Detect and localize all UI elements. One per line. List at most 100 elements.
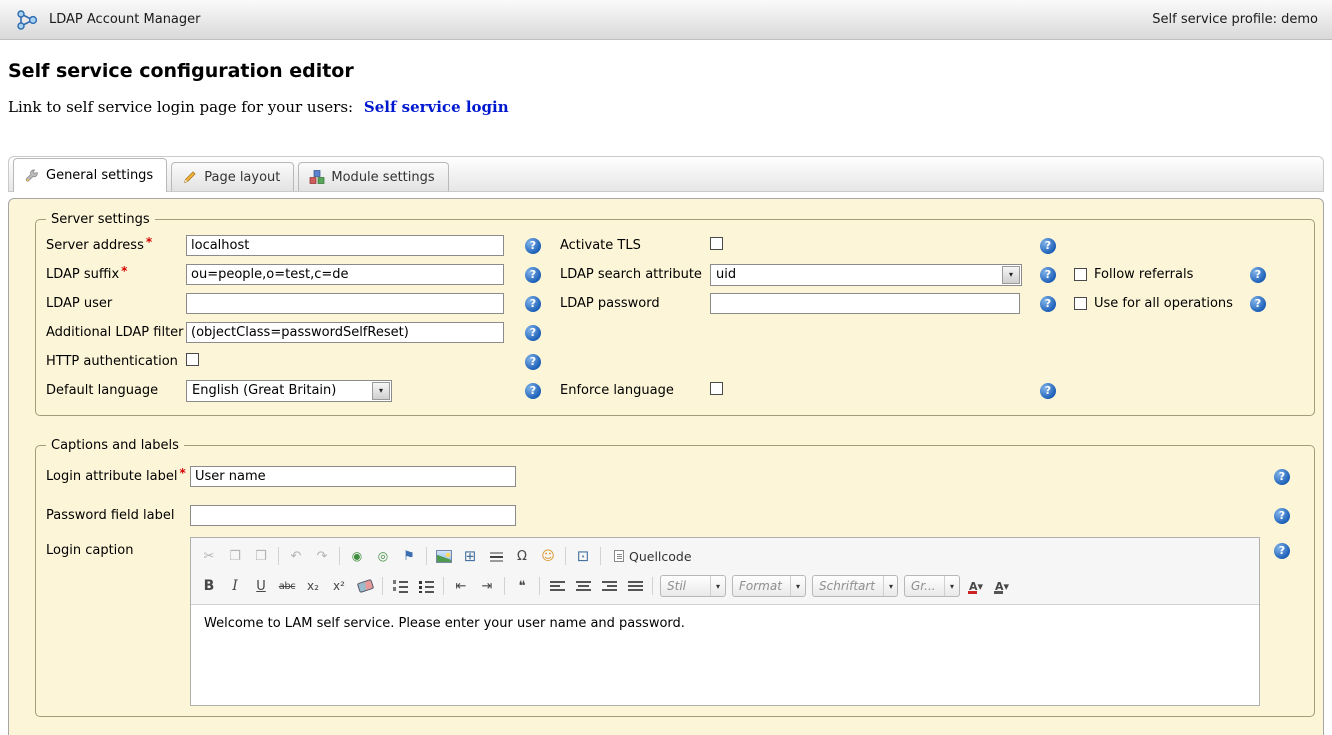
use-for-all-operations-checkbox[interactable] (1074, 297, 1087, 310)
italic-icon[interactable]: I (223, 574, 247, 598)
paste-icon[interactable]: ❒ (249, 544, 273, 568)
align-right-icon[interactable] (597, 574, 621, 598)
tab-bar: General settings Page layout Module sett… (8, 156, 1324, 192)
login-link-prefix: Link to self service login page for your… (8, 98, 353, 116)
text-color-icon[interactable]: A▾ (964, 574, 988, 598)
redo-icon[interactable]: ↷ (310, 544, 334, 568)
ldap-suffix-help-icon[interactable]: ? (525, 267, 541, 283)
activate-tls-label: Activate TLS (560, 238, 710, 253)
additional-ldap-filter-input[interactable] (186, 322, 504, 343)
horizontal-rule-icon[interactable] (484, 544, 508, 568)
ldap-search-attribute-select[interactable]: uid ▾ (710, 264, 1022, 286)
subscript-icon[interactable]: x₂ (301, 574, 325, 598)
tab-module-settings[interactable]: Module settings (298, 162, 448, 191)
login-attribute-input[interactable] (190, 466, 516, 487)
background-color-icon[interactable]: A▾ (990, 574, 1014, 598)
toolbar-icon-group: BIUabcx₂x² ⇤⇥ ❝ (196, 574, 657, 598)
activate-tls-checkbox[interactable] (710, 237, 723, 250)
app-title: LDAP Account Manager (49, 12, 201, 27)
link-icon[interactable]: ◉ (345, 544, 369, 568)
iframe-icon[interactable]: ⊡ (571, 544, 595, 568)
styles-combo[interactable]: Stil ▾ (660, 575, 726, 597)
server-address-label: Server address* (46, 238, 186, 253)
ldap-user-input[interactable] (186, 293, 504, 314)
use-for-all-operations-help-icon[interactable]: ? (1250, 296, 1266, 312)
ldap-password-input[interactable] (710, 293, 1020, 314)
font-combo[interactable]: Schriftart ▾ (812, 575, 898, 597)
numbered-list-icon[interactable] (388, 574, 412, 598)
anchor-icon[interactable]: ⚑ (397, 544, 421, 568)
login-attribute-label: Login attribute label* (46, 469, 190, 484)
follow-referrals-checkbox[interactable] (1074, 268, 1087, 281)
smiley-icon[interactable]: ☺ (536, 544, 560, 568)
copy-icon[interactable]: ❐ (223, 544, 247, 568)
format-combo[interactable]: Format ▾ (732, 575, 806, 597)
bold-icon[interactable]: B (197, 574, 221, 598)
default-language-select[interactable]: English (Great Britain) ▾ (186, 380, 392, 402)
chevron-down-icon: ▾ (710, 576, 725, 596)
ldap-user-help-icon[interactable]: ? (525, 296, 541, 312)
table-icon[interactable]: ⊞ (458, 544, 482, 568)
superscript-icon[interactable]: x² (327, 574, 351, 598)
align-justify-icon[interactable] (623, 574, 647, 598)
ldap-password-help-icon[interactable]: ? (1040, 296, 1056, 312)
bulleted-list-icon[interactable] (414, 574, 438, 598)
login-caption-row: Login caption ✂❐❒↶↷◉◎⚑⊞Ω☺⊡ Quellcode BIU… (46, 535, 1304, 706)
editor-text: Welcome to LAM self service. Please ente… (204, 616, 685, 631)
horizontal-rule-shape (489, 550, 504, 563)
align-center-icon[interactable] (571, 574, 595, 598)
tab-general-settings[interactable]: General settings (13, 158, 167, 192)
image-icon[interactable] (432, 544, 456, 568)
underline-icon[interactable]: U (249, 574, 273, 598)
login-attribute-help-icon[interactable]: ? (1274, 469, 1290, 485)
server-address-help-icon[interactable]: ? (525, 238, 541, 254)
ldap-search-attribute-help-icon[interactable]: ? (1040, 267, 1056, 283)
ldap-suffix-row: LDAP suffix* ? LDAP search attribute uid… (46, 260, 1304, 289)
http-authentication-row: HTTP authentication ? (46, 347, 1304, 376)
source-code-icon (614, 550, 624, 562)
self-service-login-link[interactable]: Self service login (364, 98, 509, 116)
captions-labels-fieldset: Captions and labels Login attribute labe… (35, 438, 1315, 717)
password-field-input[interactable] (190, 505, 516, 526)
toolbar-separator (539, 577, 540, 595)
selected-value: uid (716, 267, 1001, 282)
ldap-suffix-input[interactable] (186, 264, 504, 285)
ldap-user-row: LDAP user ? LDAP password ? Use for all … (46, 289, 1304, 318)
tab-page-layout[interactable]: Page layout (171, 162, 294, 191)
enforce-language-help-icon[interactable]: ? (1040, 383, 1056, 399)
indent-icon[interactable]: ⇥ (475, 574, 499, 598)
ldap-suffix-label: LDAP suffix* (46, 267, 186, 282)
http-authentication-help-icon[interactable]: ? (525, 354, 541, 370)
outdent-icon[interactable]: ⇤ (449, 574, 473, 598)
toolbar-separator (565, 547, 566, 565)
editor-content[interactable]: Welcome to LAM self service. Please ente… (191, 605, 1259, 705)
modules-icon (309, 169, 325, 185)
cut-icon[interactable]: ✂ (197, 544, 221, 568)
strikethrough-icon[interactable]: abc (275, 574, 299, 598)
unlink-icon[interactable]: ◎ (371, 544, 395, 568)
align-left-icon[interactable] (545, 574, 569, 598)
password-field-help-icon[interactable]: ? (1274, 508, 1290, 524)
additional-ldap-filter-help-icon[interactable]: ? (525, 325, 541, 341)
special-character-icon[interactable]: Ω (510, 544, 534, 568)
size-combo[interactable]: Gr... ▾ (904, 575, 960, 597)
selected-value: English (Great Britain) (192, 383, 371, 398)
blockquote-icon[interactable]: ❝ (510, 574, 534, 598)
undo-icon[interactable]: ↶ (284, 544, 308, 568)
source-button[interactable]: Quellcode (607, 544, 699, 568)
login-caption-help-icon[interactable]: ? (1274, 543, 1290, 559)
follow-referrals-help-icon[interactable]: ? (1250, 267, 1266, 283)
toolbar-separator (652, 577, 653, 595)
toolbar-separator (426, 547, 427, 565)
label-text: Login attribute label (46, 469, 177, 484)
activate-tls-help-icon[interactable]: ? (1040, 238, 1056, 254)
enforce-language-checkbox[interactable] (710, 382, 723, 395)
default-language-help-icon[interactable]: ? (525, 383, 541, 399)
server-address-input[interactable] (186, 235, 504, 256)
combo-label: Gr... (911, 579, 936, 593)
required-marker: * (146, 235, 152, 249)
http-authentication-checkbox[interactable] (186, 353, 199, 366)
password-field-label: Password field label (46, 508, 190, 523)
combo-label: Stil (667, 579, 686, 593)
remove-format-icon[interactable] (353, 574, 377, 598)
